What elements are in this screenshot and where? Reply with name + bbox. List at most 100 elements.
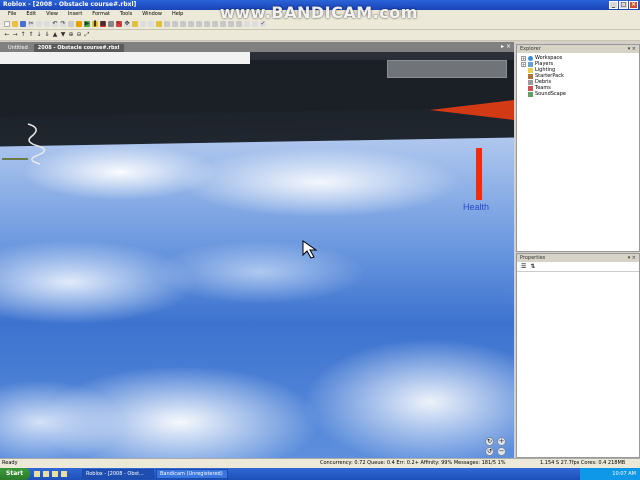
camera-rotate-icon[interactable]: ↻ <box>485 437 494 446</box>
game-viewport[interactable]: Health ↻ ↺ + − <box>0 52 514 458</box>
color-icon[interactable] <box>212 21 218 27</box>
camera-down-icon[interactable]: ▼ <box>60 32 66 38</box>
properties-title: Properties <box>520 255 546 261</box>
cut-icon[interactable]: ✂ <box>28 21 34 27</box>
properties-header: Properties ▾ × <box>517 254 639 262</box>
sound-icon <box>528 91 533 97</box>
fit-icon[interactable]: ⤢ <box>84 32 90 38</box>
maximize-button[interactable]: □ <box>619 1 628 9</box>
camera-icon[interactable] <box>180 21 186 27</box>
zoom-out-button[interactable]: − <box>497 447 506 456</box>
save-icon[interactable] <box>20 21 26 27</box>
explorer-tree: + Workspace + Players Lighting StarterPa… <box>517 53 639 97</box>
minimize-button[interactable]: _ <box>609 1 618 9</box>
squiggle-path <box>27 123 46 165</box>
arrow-down-icon[interactable]: ↓ <box>36 32 42 38</box>
sort-alpha-icon[interactable]: ⇅ <box>530 263 535 270</box>
menu-window[interactable]: Window <box>142 10 162 19</box>
record-icon[interactable] <box>76 21 82 27</box>
tool-slot[interactable] <box>387 60 507 78</box>
categorized-icon[interactable]: ☰ <box>521 263 526 270</box>
zoom-in-button[interactable]: + <box>497 437 506 446</box>
status-ready: Ready <box>2 460 18 466</box>
arrow-right-icon[interactable]: → <box>12 32 18 38</box>
expand-icon[interactable]: + <box>521 61 526 67</box>
menu-format[interactable]: Format <box>92 10 110 19</box>
tab-untitled[interactable]: Untitled <box>4 44 32 52</box>
fill-icon[interactable] <box>204 21 210 27</box>
task-bandicam[interactable]: Bandicam (Unregistered) <box>156 469 228 479</box>
status-perf: 1.154 S 27.7fps Cores: 0.4 218MB <box>540 460 626 466</box>
close-button[interactable]: × <box>629 1 638 9</box>
menu-file[interactable]: File <box>8 10 16 19</box>
lighting-icon <box>528 67 533 73</box>
arrow-down-alt-icon[interactable]: ⇓ <box>44 32 50 38</box>
grid-icon[interactable] <box>188 21 194 27</box>
top-gui-bar-dark <box>250 52 514 60</box>
players-icon <box>528 61 533 67</box>
pack-icon <box>528 73 533 79</box>
expand-spacer <box>521 68 526 73</box>
status-bar: Ready Concurrency: 0.72 Queue: 0.4 Err: … <box>0 458 640 468</box>
taskbar: Start Roblox - [2008 - Obst... Bandicam … <box>0 468 640 480</box>
task-roblox[interactable]: Roblox - [2008 - Obst... <box>82 469 154 479</box>
zoom-in-icon[interactable]: ⊕ <box>68 32 74 38</box>
quick-launch <box>30 471 80 477</box>
zoom-out-icon[interactable]: ⊖ <box>76 32 82 38</box>
open-folder-icon[interactable] <box>12 21 18 27</box>
tab-close-icon[interactable]: ▸ × <box>501 43 511 50</box>
document-tabs: Untitled 2008 - Obstacle course#.rbxl ▸ … <box>0 42 514 52</box>
red-wedge <box>430 100 514 120</box>
expand-spacer <box>521 92 526 97</box>
status-stats: Concurrency: 0.72 Queue: 0.4 Err: 0.2+ A… <box>320 460 506 466</box>
menu-tools[interactable]: Tools <box>120 10 132 19</box>
undo-icon[interactable]: ↶ <box>52 21 58 27</box>
resize-icon[interactable] <box>132 21 138 27</box>
ledge <box>2 158 28 160</box>
anchor-icon[interactable] <box>148 21 154 27</box>
expand-icon[interactable]: + <box>521 55 526 61</box>
play-icon[interactable]: ▶ <box>84 21 90 27</box>
camera-reset-icon[interactable]: ↺ <box>485 447 494 456</box>
start-button[interactable]: Start <box>0 468 30 480</box>
quick-launch-icon[interactable] <box>52 471 58 477</box>
menu-view[interactable]: View <box>46 10 58 19</box>
quick-launch-icon[interactable] <box>61 471 67 477</box>
tree-item-soundscape[interactable]: SoundScape <box>521 91 639 97</box>
ungroup-icon[interactable] <box>172 21 178 27</box>
expand-spacer <box>521 74 526 79</box>
copy-icon[interactable] <box>36 21 42 27</box>
quick-launch-icon[interactable] <box>34 471 40 477</box>
expand-spacer <box>521 86 526 91</box>
system-tray: 10:07 AM <box>580 468 640 480</box>
pointer-icon[interactable]: ↖ <box>116 21 122 27</box>
menu-help[interactable]: Help <box>172 10 183 19</box>
pause-icon[interactable]: ❚ <box>92 21 98 27</box>
snap-icon[interactable] <box>196 21 202 27</box>
new-file-icon[interactable] <box>4 21 10 27</box>
quick-launch-icon[interactable] <box>43 471 49 477</box>
debris-icon <box>528 79 533 85</box>
redo-icon[interactable]: ↷ <box>60 21 66 27</box>
bandicam-watermark: www.BANDICAM.com <box>220 3 418 22</box>
arrow-up-alt-icon[interactable]: ⇑ <box>28 32 34 38</box>
tab-obstacle-course[interactable]: 2008 - Obstacle course#.rbxl <box>33 44 124 52</box>
select-icon[interactable] <box>108 21 114 27</box>
arrow-up-icon[interactable]: ↑ <box>20 32 26 38</box>
move-icon[interactable]: ✥ <box>124 21 130 27</box>
clock: 10:07 AM <box>612 471 636 477</box>
stop-icon[interactable]: ■ <box>100 21 106 27</box>
explorer-close-icon[interactable]: ▾ × <box>628 45 636 53</box>
paste-icon[interactable] <box>44 21 50 27</box>
explorer-title: Explorer <box>520 46 541 52</box>
zoom-icon[interactable] <box>68 21 74 27</box>
arrow-left-icon[interactable]: ← <box>4 32 10 38</box>
camera-up-icon[interactable]: ▲ <box>52 32 58 38</box>
group-icon[interactable] <box>164 21 170 27</box>
globe-icon <box>528 55 533 61</box>
properties-close-icon[interactable]: ▾ × <box>628 254 636 262</box>
rotate-icon[interactable] <box>140 21 146 27</box>
menu-edit[interactable]: Edit <box>26 10 36 19</box>
lock-icon[interactable] <box>156 21 162 27</box>
menu-insert[interactable]: Insert <box>68 10 82 19</box>
